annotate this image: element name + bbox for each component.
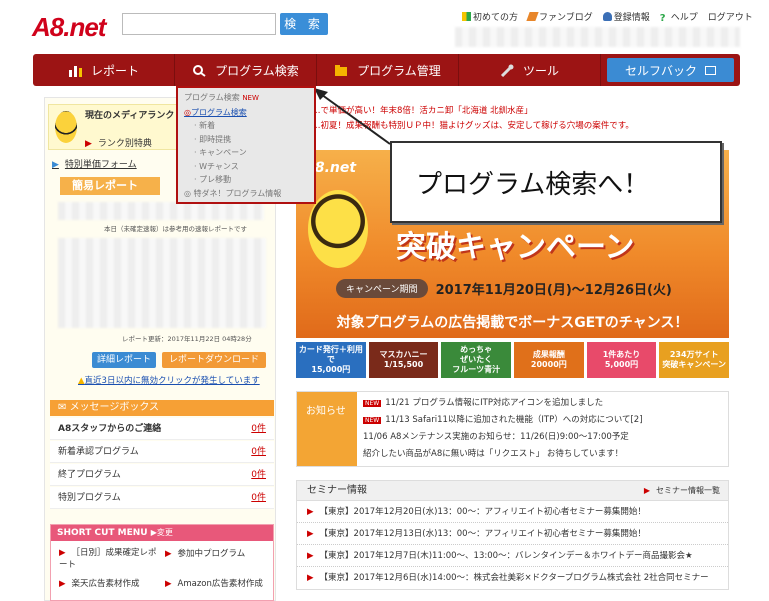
seminar-box: セミナー情報 ▶ セミナー情報一覧 ▶ 【東京】2017年12月20日(水)13：0…: [296, 480, 729, 590]
message-row-staff[interactable]: A8スタッフからのご連絡 0件: [50, 418, 274, 440]
seminar-list-link[interactable]: ▶ セミナー情報一覧: [644, 481, 720, 501]
shortcut-header: SHORT CUT MENU ▶変更: [51, 525, 273, 541]
message-box-header: ✉ メッセージボックス: [50, 400, 274, 416]
beginner-link[interactable]: 初めての方: [462, 10, 518, 23]
seminar-item[interactable]: ▶ 【東京】2017年12月20日(水)13：00〜：アフィリエイト初心者セミナー…: [297, 501, 728, 523]
dropdown-program-search[interactable]: ◎プログラム検索: [184, 106, 308, 120]
dropdown-title: プログラム検索 NEW: [184, 93, 259, 102]
folder-icon: [334, 64, 349, 77]
simple-report-header: 簡易レポート: [60, 177, 160, 195]
wrench-icon: [500, 64, 515, 77]
news-item[interactable]: 11/06 A8メンテナンス実施のお知らせ：11/26(日)9:00〜17:00…: [363, 429, 722, 446]
news-box: お知らせ NEW 11/21 プログラム情報にITP対応アイコンを追加しました N…: [296, 391, 729, 467]
shortcut-joined-programs[interactable]: ▶ 参加中プログラム: [165, 547, 245, 559]
message-row-new-approval[interactable]: 新着承認プログラム 0件: [50, 441, 274, 463]
bee-mascot-icon: [55, 111, 77, 143]
blurred-report-summary: [58, 202, 264, 220]
main-nav: レポート プログラム検索 プログラム管理 ツール セルフバック: [33, 54, 740, 86]
banner-aojiru[interactable]: めっちゃ ぜいたく フルーツ青汁: [441, 342, 512, 378]
dropdown-pre-move[interactable]: · プレ移動: [184, 173, 308, 187]
top-links: 初めての方 ファンブログ 登録情報 ? ヘルプ ログアウト: [462, 10, 753, 24]
dropdown-campaign[interactable]: · キャンペーン: [184, 146, 308, 160]
a8-logo[interactable]: A8.net: [32, 12, 106, 43]
dropdown-new[interactable]: · 新着: [184, 119, 308, 133]
nav-tools[interactable]: ツール: [459, 54, 601, 86]
seminar-item[interactable]: ▶ 【東京】2017年12月6日(水)14:00〜：株式会社美彩×ドクタープログラ…: [297, 567, 728, 589]
beginner-icon: [462, 12, 471, 21]
seminar-header: セミナー情報 ▶ セミナー情報一覧: [297, 481, 728, 501]
help-link[interactable]: ? ヘルプ: [659, 10, 698, 24]
message-row-special[interactable]: 特別プログラム 0件: [50, 487, 274, 509]
campaign-title: 突破キャンペーン: [396, 230, 635, 265]
seminar-item[interactable]: ▶ 【東京】2017年12月13日(水)13：00〜：アフィリエイト初心者セミナー…: [297, 523, 728, 545]
chart-icon: [68, 64, 83, 77]
news-item[interactable]: 紹介したい商品がA8に無い時は「リクエスト」 お待ちしています！: [363, 446, 722, 463]
banner-honey[interactable]: マスカハニー 1/15,500: [368, 342, 439, 378]
fanblog-link[interactable]: ファンブログ: [526, 10, 593, 23]
campaign-tagline: 対象プログラムの広告掲載でボーナスGETのチャンス！: [336, 315, 689, 331]
callout-annotation: プログラム検索へ！: [390, 141, 722, 223]
search-icon: [192, 64, 207, 77]
search-input[interactable]: [122, 13, 276, 35]
dropdown-scoop[interactable]: ◎ 特ダネ！プログラム情報: [184, 187, 308, 201]
logout-link[interactable]: ログアウト: [708, 10, 753, 23]
callout-arrow-icon: [314, 88, 391, 145]
dropdown-wchance[interactable]: · Wチャンス: [184, 160, 308, 174]
dropdown-instant[interactable]: · 即時提携: [184, 133, 308, 147]
shortcut-amazon[interactable]: ▶ Amazon広告素材作成: [165, 577, 263, 589]
selfback-button[interactable]: セルフバック: [607, 58, 734, 82]
search-button[interactable]: 検 索: [280, 13, 328, 35]
news-item[interactable]: NEW 11/21 プログラム情報にITP対応アイコンを追加しました: [363, 395, 722, 412]
news-tag: お知らせ: [297, 392, 357, 466]
seminar-item[interactable]: ▶ 【東京】2017年12月7日(木)11:00〜、13:00〜：バレンタインデー…: [297, 545, 728, 567]
banner-card[interactable]: カード発行＋利用で 15,000円: [296, 342, 366, 378]
mail-icon: ✉: [58, 402, 70, 413]
program-search-dropdown: プログラム検索 NEW ◎プログラム検索 · 新着 · 即時提携 · キャンペー…: [176, 86, 316, 204]
message-row-ended[interactable]: 終了プログラム 0件: [50, 464, 274, 486]
help-icon: ?: [659, 13, 666, 24]
shortcut-rakuten[interactable]: ▶ 楽天広告素材作成: [59, 577, 140, 589]
shortcut-change-link[interactable]: ▶変更: [151, 528, 173, 537]
nav-program-search[interactable]: プログラム検索: [175, 54, 317, 86]
rank-benefits-link[interactable]: ▶ ランク別特典: [85, 136, 152, 149]
shortcut-menu: SHORT CUT MENU ▶変更 ▶ ［日別］成果確定レポート ▶ 参加中プログ…: [50, 524, 274, 601]
special-price-form-link[interactable]: ▶ 特別単価フォーム: [52, 157, 137, 170]
detail-report-button[interactable]: 詳細レポート: [92, 352, 156, 368]
account-info-link[interactable]: 登録情報: [602, 10, 650, 23]
nav-report[interactable]: レポート: [33, 54, 175, 86]
report-updated: レポート更新：2017年11月22日 04時28分: [122, 335, 252, 343]
banner-sites[interactable]: 234万サイト 突破キャンペーン: [659, 342, 730, 378]
mini-banners: カード発行＋利用で 15,000円 マスカハニー 1/15,500 めっちゃ ぜ…: [296, 342, 730, 378]
banner-reward[interactable]: 成果報酬 20000円: [514, 342, 584, 378]
nav-program-management[interactable]: プログラム管理: [317, 54, 459, 86]
blurred-user-info: [455, 27, 740, 47]
news-item[interactable]: NEW 11/13 Safari11以降に追加された機能（ITP）への対応について…: [363, 412, 722, 429]
campaign-period: キャンペーン期間 2017年11月20日(月)〜12月26日(火): [336, 278, 672, 298]
shortcut-daily-report[interactable]: ▶ ［日別］成果確定レポート: [59, 547, 159, 571]
window-icon: [705, 65, 716, 75]
banner-5000[interactable]: 1件あたり 5,000円: [586, 342, 657, 378]
pen-icon: [526, 12, 539, 21]
blurred-report-table: [58, 238, 266, 328]
bee-mascot-icon: [308, 190, 368, 268]
invalid-click-warning[interactable]: ▲直近3日以内に無効クリックが発生しています: [78, 374, 260, 386]
report-download-button[interactable]: レポートダウンロード: [162, 352, 266, 368]
report-note: 本日（未確定速報）は参考用の速報レポートです: [104, 225, 247, 233]
user-icon: [602, 12, 612, 21]
